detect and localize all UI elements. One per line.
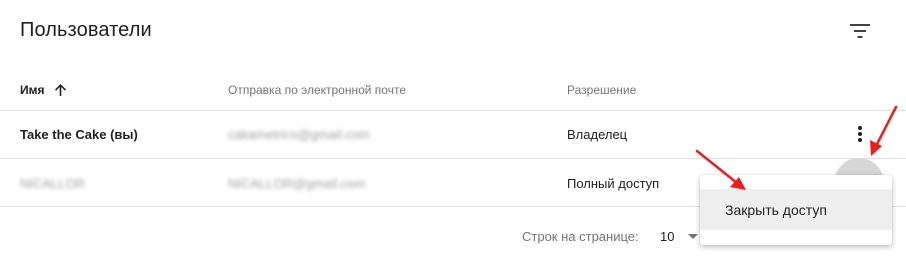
- page-title: Пользователи: [20, 19, 152, 41]
- filter-button[interactable]: [843, 14, 877, 48]
- row-1-email: cakametrics@gmail.com: [228, 127, 370, 142]
- column-header-permission: Разрешение: [567, 83, 637, 97]
- row-1-more-button[interactable]: [846, 120, 874, 148]
- column-header-name[interactable]: Имя: [20, 83, 66, 97]
- row-1-name: Take the Cake (вы): [20, 127, 138, 142]
- dropdown-arrow-icon[interactable]: [688, 234, 698, 239]
- column-header-name-label: Имя: [20, 83, 45, 97]
- rows-per-page-select[interactable]: 10: [660, 229, 674, 244]
- menu-item-revoke-access[interactable]: Закрыть доступ: [700, 189, 892, 230]
- more-vert-icon: [858, 126, 862, 142]
- row-1-permission: Владелец: [567, 127, 628, 142]
- row-2-name: NICALLOR: [20, 176, 86, 191]
- header-divider: [0, 110, 906, 111]
- row-2-permission: Полный доступ: [567, 176, 660, 191]
- row-divider: [0, 158, 906, 159]
- arrow-up-icon: [54, 84, 66, 96]
- rows-per-page-label: Строк на странице:: [522, 229, 639, 244]
- row-2-email: NICALLOR@gmail.com: [228, 176, 366, 191]
- row-context-menu: Закрыть доступ: [700, 175, 892, 245]
- column-header-email: Отправка по электронной почте: [228, 83, 407, 97]
- filter-icon: [850, 24, 870, 38]
